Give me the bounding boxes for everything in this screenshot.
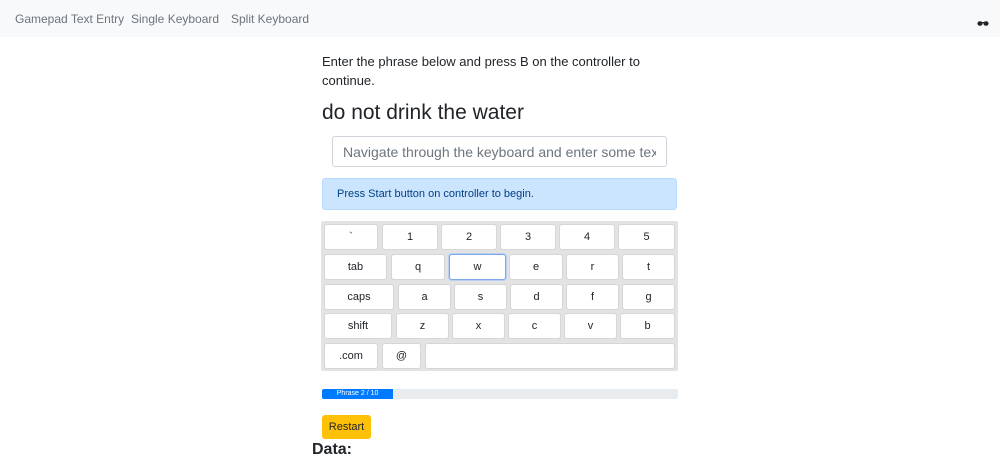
- key-z[interactable]: z: [396, 313, 449, 339]
- target-phrase: do not drink the water: [322, 101, 524, 124]
- phrase-progress-bar: Phrase 2 / 10: [322, 389, 394, 399]
- key-t[interactable]: t: [622, 254, 675, 280]
- nav-link-gamepad-text-entry[interactable]: Gamepad Text Entry: [15, 12, 124, 26]
- key-c[interactable]: c: [508, 313, 561, 339]
- key-r[interactable]: r: [566, 254, 619, 280]
- text-entry-input[interactable]: [332, 136, 667, 167]
- virtual-keyboard: ` 1 2 3 4 5 tab q w e r t caps a s d f g…: [321, 221, 678, 371]
- key-dotcom[interactable]: .com: [324, 343, 378, 369]
- key-b[interactable]: b: [620, 313, 675, 339]
- start-alert: Press Start button on controller to begi…: [322, 178, 677, 210]
- restart-button[interactable]: Restart: [322, 415, 371, 439]
- key-s[interactable]: s: [454, 284, 507, 310]
- key-3[interactable]: 3: [500, 224, 556, 250]
- key-backtick[interactable]: `: [324, 224, 378, 250]
- phrase-progress: Phrase 2 / 10: [322, 389, 678, 399]
- navbar: Gamepad Text Entry Single Keyboard Split…: [0, 0, 1000, 37]
- key-q[interactable]: q: [391, 254, 445, 280]
- key-v[interactable]: v: [564, 313, 617, 339]
- key-1[interactable]: 1: [382, 224, 438, 250]
- key-g[interactable]: g: [622, 284, 675, 310]
- nav-link-single-keyboard[interactable]: Single Keyboard: [131, 12, 219, 26]
- key-x[interactable]: x: [452, 313, 505, 339]
- key-shift[interactable]: shift: [324, 313, 392, 339]
- key-2[interactable]: 2: [441, 224, 497, 250]
- key-at[interactable]: @: [382, 343, 421, 369]
- key-caps[interactable]: caps: [324, 284, 394, 310]
- glasses-icon[interactable]: [977, 14, 989, 26]
- instructions-text: Enter the phrase below and press B on th…: [322, 54, 640, 88]
- key-5[interactable]: 5: [618, 224, 675, 250]
- key-4[interactable]: 4: [559, 224, 615, 250]
- data-heading: Data:: [312, 441, 353, 458]
- key-e[interactable]: e: [509, 254, 563, 280]
- key-tab[interactable]: tab: [324, 254, 387, 280]
- key-d[interactable]: d: [510, 284, 563, 310]
- key-w[interactable]: w: [449, 254, 506, 280]
- nav-link-split-keyboard[interactable]: Split Keyboard: [231, 12, 309, 26]
- key-a[interactable]: a: [398, 284, 451, 310]
- key-space[interactable]: [425, 343, 675, 369]
- key-f[interactable]: f: [566, 284, 619, 310]
